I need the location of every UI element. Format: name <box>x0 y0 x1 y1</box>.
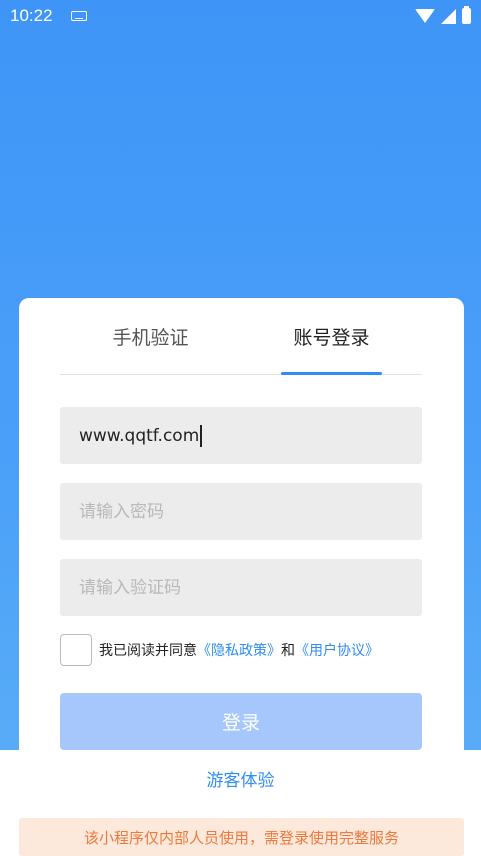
status-bar: 10:22 <box>0 0 481 32</box>
login-card: 手机验证 账号登录 www.qqtf.com 我已阅读并同意 《隐私政策》 和 … <box>19 298 464 768</box>
wifi-icon <box>415 9 435 23</box>
bottom-area: 游客体验 该小程序仅内部人员使用，需登录使用完整服务 <box>0 750 481 856</box>
login-tabs: 手机验证 账号登录 <box>60 298 422 375</box>
account-input-value: www.qqtf.com <box>79 425 200 446</box>
text-caret <box>200 424 202 447</box>
tab-phone-verify[interactable]: 手机验证 <box>60 298 241 374</box>
tab-account-login[interactable]: 账号登录 <box>241 298 422 375</box>
privacy-policy-link[interactable]: 《隐私政策》 <box>197 640 281 660</box>
agreement-prefix: 我已阅读并同意 <box>99 643 197 659</box>
notice-banner: 该小程序仅内部人员使用，需登录使用完整服务 <box>19 818 464 856</box>
agreement-and: 和 <box>281 643 295 659</box>
login-button[interactable]: 登录 <box>60 693 422 750</box>
signal-icon <box>441 8 456 24</box>
account-input[interactable]: www.qqtf.com <box>60 407 422 464</box>
status-time: 10:22 <box>10 6 53 25</box>
captcha-input[interactable] <box>60 559 422 616</box>
battery-icon <box>462 6 471 24</box>
keyboard-icon <box>70 11 87 21</box>
agreement-checkbox[interactable] <box>60 634 92 666</box>
password-input[interactable] <box>60 483 422 540</box>
guest-experience-link[interactable]: 游客体验 <box>0 766 481 791</box>
status-icons <box>415 6 471 24</box>
agreement-row: 我已阅读并同意 《隐私政策》 和 《用户协议》 <box>60 634 379 666</box>
user-agreement-link[interactable]: 《用户协议》 <box>295 640 379 660</box>
